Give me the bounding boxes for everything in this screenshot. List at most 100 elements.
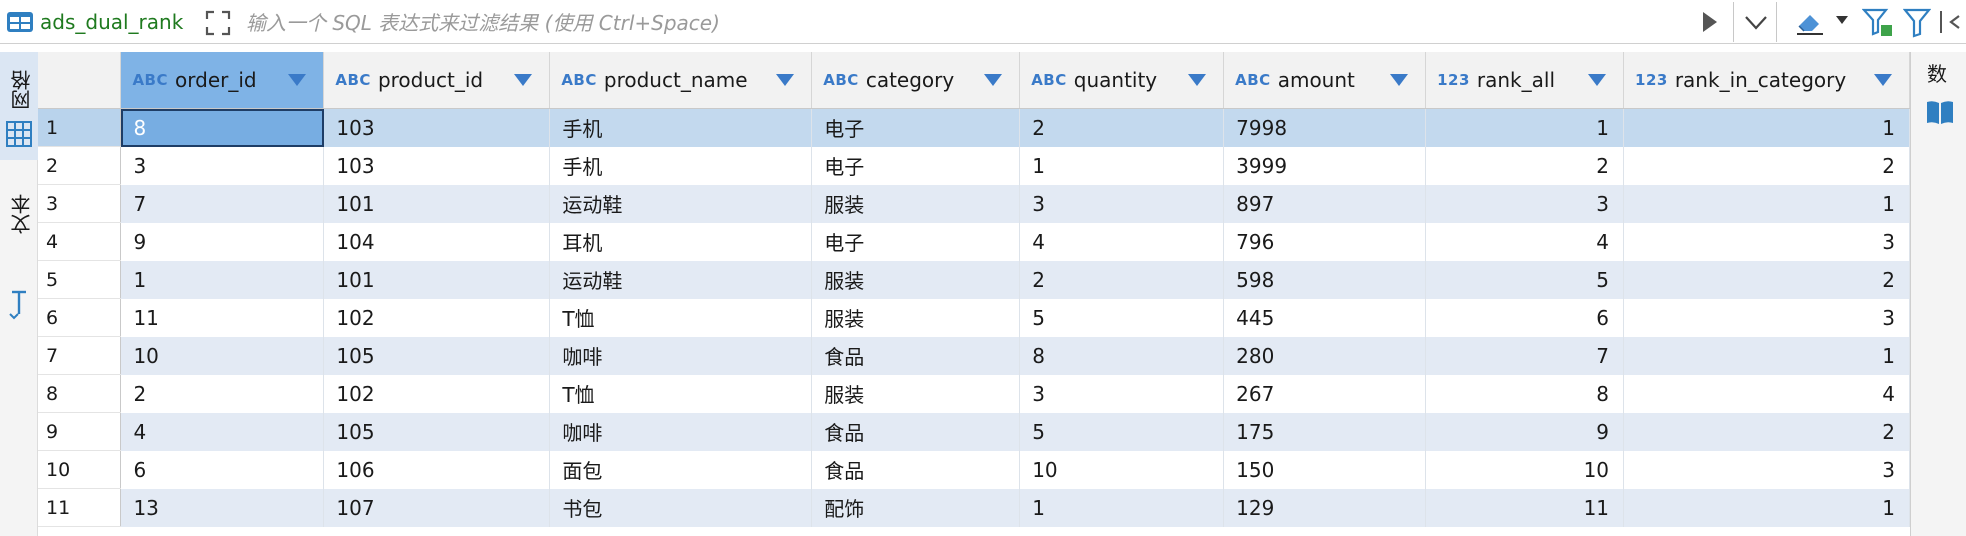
cell-product-name[interactable]: 咖啡	[549, 336, 813, 375]
cell-order-id[interactable]: 2	[120, 374, 325, 413]
table-row[interactable]: 11 13 107 书包 配饰 1 129 11 1	[38, 488, 1910, 527]
cell-rank-in-category[interactable]: 2	[1623, 412, 1910, 451]
cell-quantity[interactable]: 3	[1019, 374, 1225, 413]
table-row[interactable]: 4 9 104 耳机 电子 4 796 4 3	[38, 222, 1910, 261]
cell-amount[interactable]: 598	[1223, 260, 1427, 299]
cell-amount[interactable]: 280	[1223, 336, 1427, 375]
table-row[interactable]: 6 11 102 T恤 服装 5 445 6 3	[38, 298, 1910, 337]
cell-category[interactable]: 食品	[811, 450, 1021, 489]
cell-category[interactable]: 服装	[811, 298, 1021, 337]
sort-arrow-icon[interactable]	[513, 73, 533, 87]
cell-rank-in-category[interactable]: 2	[1623, 260, 1910, 299]
cell-category[interactable]: 服装	[811, 374, 1021, 413]
cell-category[interactable]: 电子	[811, 146, 1021, 185]
cell-order-id[interactable]: 3	[120, 146, 325, 185]
row-number[interactable]: 4	[38, 222, 122, 261]
cell-quantity[interactable]: 2	[1019, 108, 1225, 147]
cell-rank-all[interactable]: 6	[1425, 298, 1625, 337]
cell-product-name[interactable]: 咖啡	[549, 412, 813, 451]
cell-order-id[interactable]: 11	[120, 298, 325, 337]
cell-rank-all[interactable]: 10	[1425, 450, 1625, 489]
cell-product-id[interactable]: 103	[323, 146, 551, 185]
row-number[interactable]: 7	[38, 336, 122, 375]
cell-product-id[interactable]: 107	[323, 488, 551, 527]
cell-product-id[interactable]: 103	[323, 108, 551, 147]
table-row[interactable]: 1 8 103 手机 电子 2 7998 1 1	[38, 108, 1910, 147]
cell-product-id[interactable]: 101	[323, 184, 551, 223]
row-number[interactable]: 11	[38, 488, 122, 527]
cell-product-name[interactable]: 手机	[549, 108, 813, 147]
cell-rank-all[interactable]: 5	[1425, 260, 1625, 299]
sort-arrow-icon[interactable]	[775, 73, 795, 87]
cell-product-id[interactable]: 105	[323, 336, 551, 375]
cell-order-id[interactable]: 10	[120, 336, 325, 375]
sort-arrow-icon[interactable]	[1389, 73, 1409, 87]
table-row[interactable]: 10 6 106 面包 食品 10 150 10 3	[38, 450, 1910, 489]
cell-quantity[interactable]: 10	[1019, 450, 1225, 489]
cell-product-id[interactable]: 105	[323, 412, 551, 451]
table-row[interactable]: 8 2 102 T恤 服装 3 267 8 4	[38, 374, 1910, 413]
cell-amount[interactable]: 3999	[1223, 146, 1427, 185]
row-number-corner[interactable]	[38, 52, 122, 109]
tab-text[interactable]: 文本	[0, 188, 38, 338]
cell-amount[interactable]: 175	[1223, 412, 1427, 451]
cell-rank-all[interactable]: 11	[1425, 488, 1625, 527]
cell-amount[interactable]: 129	[1223, 488, 1427, 527]
table-row[interactable]: 3 7 101 运动鞋 服装 3 897 3 1	[38, 184, 1910, 223]
cell-quantity[interactable]: 2	[1019, 260, 1225, 299]
cell-product-id[interactable]: 106	[323, 450, 551, 489]
cell-product-id[interactable]: 102	[323, 298, 551, 337]
cell-amount[interactable]: 897	[1223, 184, 1427, 223]
cell-product-name[interactable]: T恤	[549, 374, 813, 413]
cell-quantity[interactable]: 5	[1019, 412, 1225, 451]
column-header-rank-in-category[interactable]: 123 rank_in_category	[1623, 52, 1910, 109]
cell-category[interactable]: 服装	[811, 260, 1021, 299]
column-header-amount[interactable]: ABC amount	[1223, 52, 1427, 109]
sort-arrow-icon[interactable]	[1587, 73, 1607, 87]
cell-product-id[interactable]: 101	[323, 260, 551, 299]
cell-product-name[interactable]: 手机	[549, 146, 813, 185]
row-number[interactable]: 6	[38, 298, 122, 337]
cell-rank-in-category[interactable]: 4	[1623, 374, 1910, 413]
cell-product-name[interactable]: 运动鞋	[549, 184, 813, 223]
cell-product-name[interactable]: 书包	[549, 488, 813, 527]
cell-rank-all[interactable]: 7	[1425, 336, 1625, 375]
cell-category[interactable]: 配饰	[811, 488, 1021, 527]
cell-rank-in-category[interactable]: 3	[1623, 222, 1910, 261]
sort-arrow-icon[interactable]	[1873, 73, 1893, 87]
cell-product-id[interactable]: 102	[323, 374, 551, 413]
cell-product-name[interactable]: 耳机	[549, 222, 813, 261]
row-number[interactable]: 9	[38, 412, 122, 451]
cell-order-id[interactable]: 9	[120, 222, 325, 261]
cell-rank-in-category[interactable]: 1	[1623, 488, 1910, 527]
cell-category[interactable]: 食品	[811, 336, 1021, 375]
cell-order-id[interactable]: 6	[120, 450, 325, 489]
tab-grid[interactable]: 网格	[0, 52, 38, 160]
book-icon[interactable]	[1925, 98, 1955, 126]
row-number[interactable]: 8	[38, 374, 122, 413]
table-row[interactable]: 7 10 105 咖啡 食品 8 280 7 1	[38, 336, 1910, 375]
cell-quantity[interactable]: 1	[1019, 146, 1225, 185]
cell-rank-all[interactable]: 4	[1425, 222, 1625, 261]
caret-down-icon[interactable]	[1835, 15, 1849, 25]
cell-rank-all[interactable]: 1	[1425, 108, 1625, 147]
filter-icon[interactable]	[1903, 6, 1931, 38]
cell-amount[interactable]: 150	[1223, 450, 1427, 489]
sort-arrow-icon[interactable]	[983, 73, 1003, 87]
column-header-rank-all[interactable]: 123 rank_all	[1425, 52, 1625, 109]
filter-settings-icon[interactable]	[1862, 6, 1894, 38]
play-icon[interactable]	[1700, 10, 1720, 34]
sort-arrow-icon[interactable]	[1187, 73, 1207, 87]
cell-category[interactable]: 服装	[811, 184, 1021, 223]
cell-category[interactable]: 食品	[811, 412, 1021, 451]
cell-rank-in-category[interactable]: 1	[1623, 336, 1910, 375]
cell-rank-all[interactable]: 9	[1425, 412, 1625, 451]
table-row[interactable]: 2 3 103 手机 电子 1 3999 2 2	[38, 146, 1910, 185]
cell-amount[interactable]: 7998	[1223, 108, 1427, 147]
cell-amount[interactable]: 796	[1223, 222, 1427, 261]
cell-rank-in-category[interactable]: 3	[1623, 450, 1910, 489]
cell-rank-all[interactable]: 8	[1425, 374, 1625, 413]
table-row[interactable]: 5 1 101 运动鞋 服装 2 598 5 2	[38, 260, 1910, 299]
cell-rank-in-category[interactable]: 1	[1623, 184, 1910, 223]
cell-category[interactable]: 电子	[811, 108, 1021, 147]
